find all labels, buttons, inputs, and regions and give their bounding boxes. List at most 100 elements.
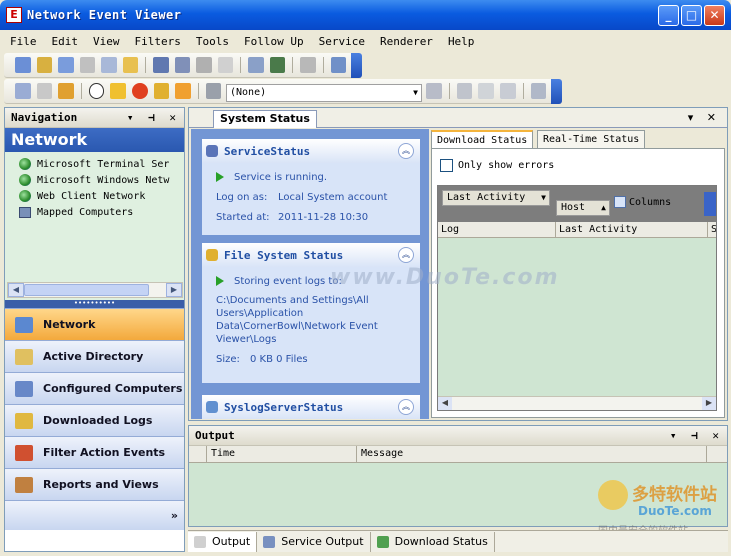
nav-downloaded-logs-button[interactable]: Downloaded Logs — [5, 404, 184, 436]
binoculars-icon[interactable] — [15, 83, 31, 99]
bluetooth-off-icon[interactable] — [174, 57, 191, 73]
watermark-url: DuoTe.com — [638, 504, 712, 518]
email-icon[interactable] — [101, 57, 117, 73]
navigation-header: Navigation ▾ ⊣ ✕ — [5, 108, 184, 128]
menu-tools[interactable]: Tools — [196, 35, 229, 48]
collapse-icon[interactable]: ︽ — [398, 143, 414, 159]
menu-service[interactable]: Service — [319, 35, 365, 48]
minimize-button[interactable]: _ — [658, 5, 679, 26]
col-time[interactable]: Time — [207, 446, 357, 462]
separator — [80, 83, 82, 99]
output-icon — [194, 535, 206, 548]
group-last-activity[interactable]: Last Activity ▼ — [442, 190, 550, 206]
tab-download-status-bottom[interactable]: Download Status — [371, 531, 495, 552]
nav-more-button[interactable]: » — [5, 500, 184, 530]
check-icon[interactable] — [478, 83, 494, 99]
scroll-right-icon[interactable]: ▶ — [702, 397, 716, 410]
tree-item[interactable]: Mapped Computers — [19, 204, 184, 220]
panel-controls[interactable]: ▾ ⊣ ✕ — [670, 429, 723, 442]
print-icon[interactable] — [79, 57, 96, 73]
grid-scrollbar[interactable]: ◀ ▶ — [438, 396, 716, 410]
tree-scrollbar[interactable]: ◀ ▶ — [7, 282, 183, 298]
flag-icon[interactable] — [58, 83, 74, 99]
toolbar-overflow[interactable] — [551, 78, 562, 104]
warning-icon[interactable] — [110, 83, 126, 99]
tab-controls[interactable]: ▾ ✕ — [688, 111, 721, 124]
nav-filter-action-events-button[interactable]: Filter Action Events — [5, 436, 184, 468]
nav-splitter[interactable]: •••••••••• — [5, 300, 184, 308]
separator — [292, 57, 294, 73]
export-icon[interactable] — [269, 57, 286, 73]
separator — [240, 57, 242, 73]
paste-icon[interactable] — [217, 57, 234, 73]
download-icon[interactable] — [58, 57, 74, 73]
bluetooth-icon[interactable] — [153, 57, 169, 73]
delete-icon[interactable] — [300, 57, 316, 73]
sort-icon: ▲ — [601, 203, 606, 212]
tree-item[interactable]: Microsoft Windows Netw — [19, 172, 184, 188]
col-last-activity[interactable]: Last Activity — [556, 222, 708, 237]
lock-icon[interactable] — [175, 83, 191, 99]
group-host[interactable]: Host ▲ — [556, 200, 610, 216]
filter-clear-icon[interactable] — [500, 83, 516, 99]
info-icon[interactable] — [88, 83, 105, 99]
tree-item[interactable]: Web Client Network — [19, 188, 184, 204]
syslog-status-card: SyslogServerStatus ︽ — [202, 395, 420, 419]
error-icon[interactable] — [132, 83, 148, 99]
collapse-icon[interactable]: ︽ — [398, 399, 414, 415]
maximize-button[interactable]: □ — [681, 5, 702, 26]
col-message[interactable]: Message — [357, 446, 707, 462]
menu-help[interactable]: Help — [448, 35, 475, 48]
menu-file[interactable]: File — [10, 35, 37, 48]
tab-real-time-status[interactable]: Real-Time Status — [537, 130, 646, 148]
computers-icon — [15, 380, 33, 397]
col-log[interactable]: Log — [438, 222, 556, 237]
filter-icon[interactable] — [205, 83, 222, 99]
nav-active-directory-button[interactable]: Active Directory — [5, 340, 184, 372]
network-section-title: Network — [5, 128, 184, 152]
panel-controls[interactable]: ▾ ⊣ ✕ — [127, 111, 180, 124]
scroll-right-icon[interactable]: ▶ — [166, 283, 182, 297]
nav-reports-views-button[interactable]: Reports and Views — [5, 468, 184, 500]
network-tree: Microsoft Terminal Ser Microsoft Windows… — [5, 152, 184, 300]
nav-network-button[interactable]: Network — [5, 308, 184, 340]
print-preview-icon[interactable] — [530, 83, 547, 99]
alert-icon[interactable] — [122, 57, 139, 73]
play-icon — [216, 172, 224, 182]
tab-system-status[interactable]: System Status — [213, 110, 317, 128]
key-icon[interactable] — [153, 83, 170, 99]
filter-select[interactable]: (None) ▼ — [226, 84, 422, 102]
filter-apply-icon[interactable] — [426, 83, 442, 99]
database-icon — [206, 249, 218, 261]
open-icon[interactable] — [36, 57, 53, 73]
scroll-left-icon[interactable]: ◀ — [438, 397, 452, 410]
tab-service-output[interactable]: Service Output — [257, 531, 371, 552]
only-show-errors-checkbox[interactable]: Only show errors — [440, 159, 554, 172]
new-icon[interactable] — [15, 57, 31, 73]
toolbar-overflow[interactable] — [351, 52, 362, 78]
import-icon[interactable] — [248, 57, 264, 73]
find-next-icon[interactable] — [36, 83, 53, 99]
menu-bar: File Edit View Filters Tools Follow Up S… — [0, 30, 731, 52]
col-status[interactable]: S — [708, 222, 716, 237]
properties-icon[interactable] — [330, 57, 347, 73]
tab-download-status[interactable]: Download Status — [431, 130, 534, 148]
collapse-icon[interactable]: ︽ — [398, 247, 414, 263]
scroll-left-icon[interactable]: ◀ — [8, 283, 24, 297]
columns-button[interactable]: Columns — [614, 196, 671, 208]
tab-output[interactable]: Output — [188, 531, 258, 552]
scroll-thumb[interactable] — [24, 284, 149, 296]
menu-edit[interactable]: Edit — [52, 35, 79, 48]
menu-view[interactable]: View — [93, 35, 120, 48]
close-button[interactable]: ✕ — [704, 5, 725, 26]
grid-toolbar-overflow[interactable] — [704, 192, 716, 216]
copy-icon[interactable] — [196, 57, 212, 73]
nav-configured-computers-button[interactable]: Configured Computers — [5, 372, 184, 404]
tree-item[interactable]: Microsoft Terminal Ser — [19, 156, 184, 172]
filter-edit-icon[interactable] — [456, 83, 473, 99]
menu-follow-up[interactable]: Follow Up — [244, 35, 304, 48]
menu-filters[interactable]: Filters — [135, 35, 181, 48]
document-tabstrip: System Status ▾ ✕ — [189, 108, 727, 128]
checkbox-box[interactable] — [440, 159, 453, 172]
menu-renderer[interactable]: Renderer — [380, 35, 433, 48]
